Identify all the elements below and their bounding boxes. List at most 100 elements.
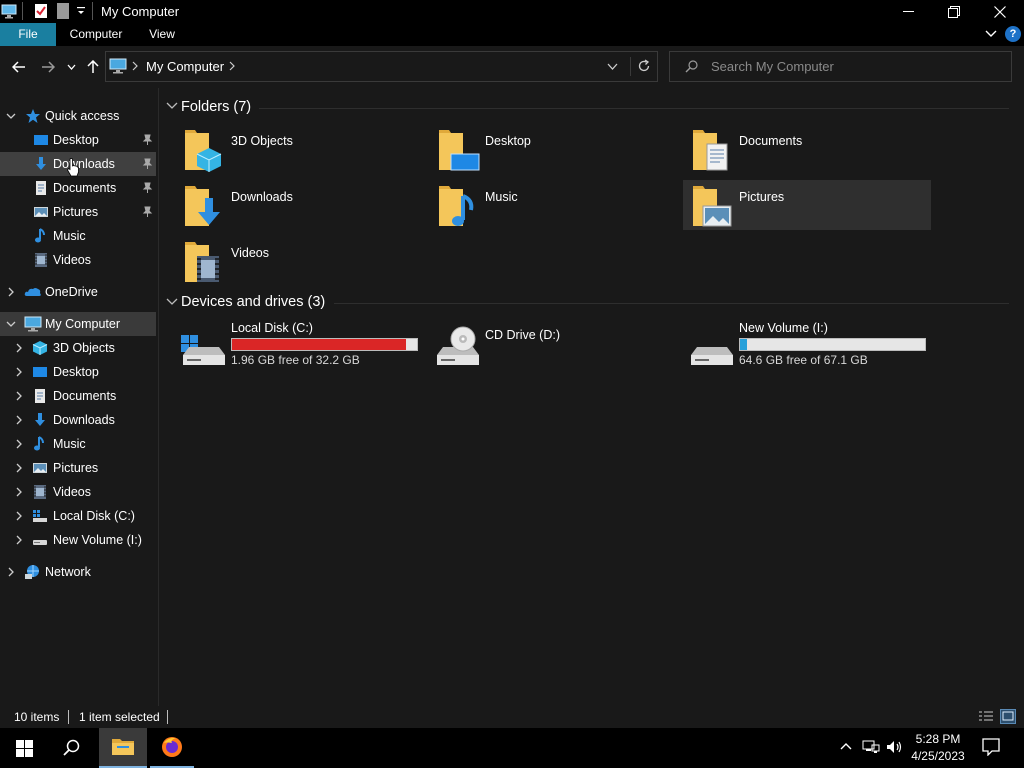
drive-local-disk-c[interactable]: Local Disk (C:) 1.96 GB free of 32.2 GB xyxy=(181,321,431,373)
start-button[interactable] xyxy=(0,728,48,768)
sidebar-item-documents[interactable]: Documents xyxy=(0,176,156,200)
show-hidden-icons-icon[interactable] xyxy=(840,742,852,750)
sidebar-item-network[interactable]: Network xyxy=(0,560,156,584)
refresh-icon[interactable] xyxy=(637,59,651,73)
chevron-down-icon[interactable] xyxy=(166,102,178,110)
clock-time[interactable]: 5:28 PM xyxy=(906,732,970,746)
sidebar-item-new-volume[interactable]: New Volume (I:) xyxy=(0,528,156,552)
folder-3d-objects[interactable]: 3D Objects xyxy=(183,126,431,176)
pin-icon[interactable] xyxy=(142,134,153,146)
sidebar-item-pictures[interactable]: Pictures xyxy=(0,456,156,480)
details-view-icon[interactable] xyxy=(978,710,994,724)
search-input[interactable]: Search My Computer xyxy=(711,59,834,74)
restore-button[interactable] xyxy=(931,0,977,23)
folder-videos[interactable]: Videos xyxy=(183,238,431,288)
firefox-icon xyxy=(160,735,184,759)
sidebar-item-label: OneDrive xyxy=(45,285,98,299)
folder-music[interactable]: Music xyxy=(437,182,685,232)
clock-date[interactable]: 4/25/2023 xyxy=(906,749,970,763)
network-status-icon[interactable] xyxy=(862,739,880,755)
minimize-button[interactable] xyxy=(885,0,931,23)
chevron-down-icon[interactable] xyxy=(166,298,178,306)
sidebar-item-videos[interactable]: Videos xyxy=(0,480,156,504)
sidebar-item-label: Videos xyxy=(53,253,91,267)
forward-button[interactable] xyxy=(37,56,59,78)
downloads-folder-icon xyxy=(183,182,227,230)
downloads-icon xyxy=(32,412,48,428)
recent-locations-button[interactable] xyxy=(62,56,80,78)
address-history-dropdown-icon[interactable] xyxy=(607,63,618,70)
pin-icon[interactable] xyxy=(142,158,153,170)
chevron-right-icon[interactable] xyxy=(6,286,16,298)
divider xyxy=(22,2,23,20)
quick-access-dropdown-icon[interactable] xyxy=(76,5,86,17)
address-bar[interactable]: My Computer xyxy=(105,51,658,82)
volume-icon[interactable] xyxy=(886,739,904,755)
chevron-right-icon[interactable] xyxy=(14,438,24,450)
sidebar-item-my-computer[interactable]: My Computer xyxy=(0,312,156,336)
breadcrumb-my-computer[interactable]: My Computer xyxy=(146,59,224,74)
chevron-right-icon[interactable] xyxy=(14,486,24,498)
expand-ribbon-icon[interactable] xyxy=(985,29,997,39)
notifications-icon[interactable] xyxy=(982,738,1000,756)
chevron-right-icon[interactable] xyxy=(14,342,24,354)
content-scrollbar[interactable] xyxy=(1014,88,1024,706)
sidebar-item-3d-objects[interactable]: 3D Objects xyxy=(0,336,156,360)
chevron-right-icon[interactable] xyxy=(132,61,138,71)
chevron-down-icon[interactable] xyxy=(6,110,16,122)
sidebar-item-documents[interactable]: Documents xyxy=(0,384,156,408)
chevron-right-icon[interactable] xyxy=(14,390,24,402)
folder-label: Downloads xyxy=(231,190,293,204)
computer-icon[interactable] xyxy=(1,3,17,19)
chevron-right-icon[interactable] xyxy=(14,534,24,546)
firefox-taskbar-button[interactable] xyxy=(150,728,194,768)
folder-desktop[interactable]: Desktop xyxy=(437,126,685,176)
sidebar-item-downloads[interactable]: Downloads xyxy=(0,408,156,432)
chevron-right-icon[interactable] xyxy=(6,566,16,578)
drive-usage-bar xyxy=(739,338,926,351)
drive-new-volume-i[interactable]: New Volume (I:) 64.6 GB free of 67.1 GB xyxy=(689,321,939,373)
search-button[interactable] xyxy=(48,728,96,768)
chevron-right-icon[interactable] xyxy=(14,510,24,522)
pin-icon[interactable] xyxy=(142,182,153,194)
sidebar-item-local-disk[interactable]: Local Disk (C:) xyxy=(0,504,156,528)
sidebar-item-label: My Computer xyxy=(45,317,121,331)
divider xyxy=(68,710,69,724)
sidebar-item-desktop[interactable]: Desktop xyxy=(0,360,156,384)
tab-view[interactable]: View xyxy=(136,23,188,46)
file-explorer-icon xyxy=(111,737,135,757)
chevron-down-icon[interactable] xyxy=(6,318,16,330)
folders-group-heading[interactable]: Folders (7) xyxy=(181,99,251,115)
new-folder-icon[interactable] xyxy=(57,3,69,19)
drive-icon xyxy=(32,532,48,548)
sidebar-item-onedrive[interactable]: OneDrive xyxy=(0,280,156,304)
chevron-right-icon[interactable] xyxy=(229,61,235,71)
drive-cd-d[interactable]: CD Drive (D:) xyxy=(435,321,685,373)
devices-group-heading[interactable]: Devices and drives (3) xyxy=(181,294,325,310)
close-button[interactable] xyxy=(977,0,1023,23)
chevron-right-icon[interactable] xyxy=(14,462,24,474)
up-button[interactable] xyxy=(82,56,104,78)
sidebar-item-videos[interactable]: Videos xyxy=(0,248,156,272)
selection-count: 1 item selected xyxy=(79,710,160,724)
tab-file[interactable]: File xyxy=(0,23,56,46)
back-button[interactable] xyxy=(8,56,30,78)
sidebar-item-music[interactable]: Music xyxy=(0,432,156,456)
tab-computer[interactable]: Computer xyxy=(60,23,132,46)
help-icon[interactable]: ? xyxy=(1005,26,1021,42)
folder-pictures[interactable]: Pictures xyxy=(683,180,931,230)
sidebar-item-desktop[interactable]: Desktop xyxy=(0,128,156,152)
properties-icon[interactable] xyxy=(34,3,48,19)
file-explorer-taskbar-button[interactable] xyxy=(99,728,147,768)
chevron-right-icon[interactable] xyxy=(14,366,24,378)
sidebar-item-music[interactable]: Music xyxy=(0,224,156,248)
large-icons-view-icon[interactable] xyxy=(1000,709,1016,724)
music-icon xyxy=(32,436,48,452)
pin-icon[interactable] xyxy=(142,206,153,218)
chevron-right-icon[interactable] xyxy=(14,414,24,426)
sidebar-item-quick-access[interactable]: Quick access xyxy=(0,104,156,128)
folder-documents[interactable]: Documents xyxy=(691,126,939,176)
sidebar-item-pictures[interactable]: Pictures xyxy=(0,200,156,224)
search-box[interactable]: Search My Computer xyxy=(669,51,1012,82)
folder-downloads[interactable]: Downloads xyxy=(183,182,431,232)
